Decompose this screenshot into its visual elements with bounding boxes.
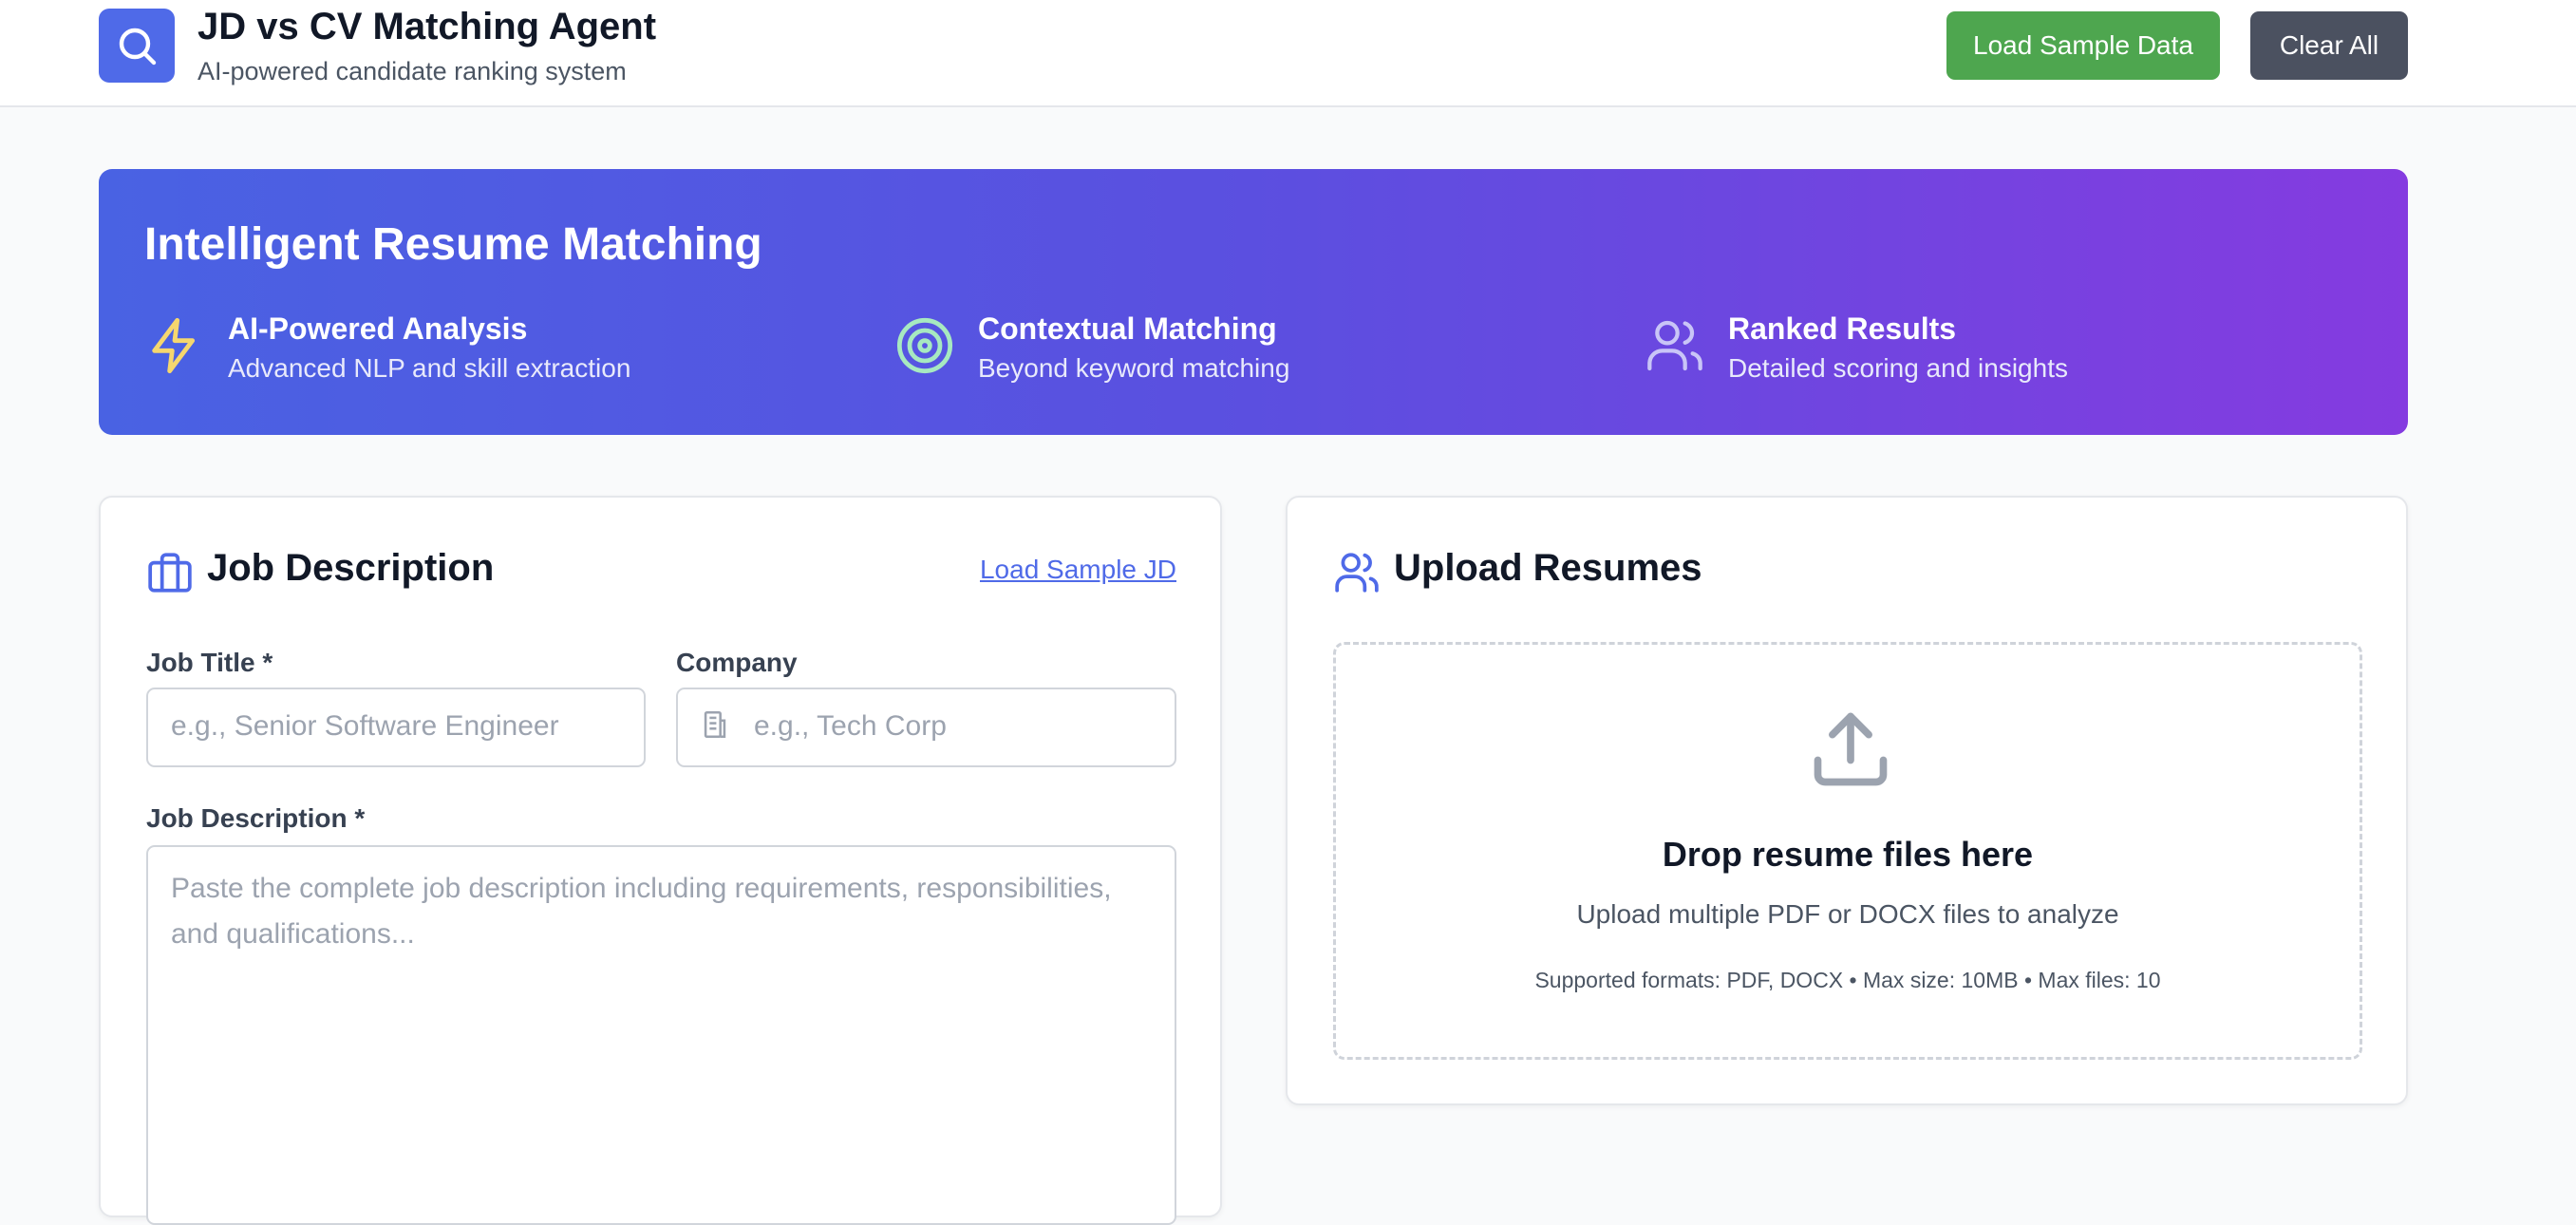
feature-desc: Detailed scoring and insights — [1728, 353, 2068, 383]
load-sample-data-button[interactable]: Load Sample Data — [1946, 11, 2220, 80]
job-description-card: Job Description Load Sample JD Job Title… — [99, 496, 1222, 1225]
target-icon — [896, 317, 953, 374]
upload-resumes-card: Upload Resumes Drop resume files here Up… — [1286, 496, 2408, 1105]
feature-name: Ranked Results — [1728, 311, 1957, 346]
load-sample-jd-link[interactable]: Load Sample JD — [980, 555, 1176, 585]
top-header: JD vs CV Matching Agent AI-powered candi… — [0, 0, 2576, 107]
feature-desc: Beyond keyword matching — [978, 353, 1290, 383]
feature-desc: Advanced NLP and skill extraction — [228, 353, 631, 383]
clear-all-button[interactable]: Clear All — [2250, 11, 2408, 80]
upload-resumes-title: Upload Resumes — [1394, 547, 1702, 589]
hero-title: Intelligent Resume Matching — [144, 219, 762, 270]
feature-name: AI-Powered Analysis — [228, 311, 528, 346]
lightning-icon — [152, 317, 196, 374]
app-logo — [99, 9, 175, 83]
dropzone-title: Drop resume files here — [1662, 835, 2034, 874]
job-title-label: Job Title * — [146, 648, 273, 677]
feature-name: Contextual Matching — [978, 311, 1277, 346]
job-description-label: Job Description * — [146, 803, 366, 833]
job-description-placeholder: Paste the complete job description inclu… — [171, 873, 1112, 950]
company-placeholder: e.g., Tech Corp — [754, 710, 947, 742]
users-icon — [1647, 320, 1702, 371]
users-icon — [1335, 553, 1379, 593]
dropzone-subtitle: Upload multiple PDF or DOCX files to ana… — [1576, 899, 2119, 929]
briefcase-icon — [148, 553, 192, 593]
job-description-title: Job Description — [207, 547, 495, 589]
job-title-input[interactable]: e.g., Senior Software Engineer — [146, 688, 646, 767]
upload-icon — [1814, 712, 1888, 786]
job-title-placeholder: e.g., Senior Software Engineer — [171, 710, 559, 742]
building-icon — [704, 710, 726, 739]
resume-dropzone[interactable]: Drop resume files here Upload multiple P… — [1333, 642, 2362, 1060]
company-label: Company — [676, 648, 798, 677]
job-description-textarea[interactable]: Paste the complete job description inclu… — [146, 845, 1176, 1225]
app-subtitle: AI-powered candidate ranking system — [197, 57, 627, 85]
company-input[interactable]: e.g., Tech Corp — [676, 688, 1176, 767]
app-title: JD vs CV Matching Agent — [197, 6, 657, 47]
hero-banner: Intelligent Resume Matching AI-Powered A… — [99, 169, 2408, 435]
dropzone-format-note: Supported formats: PDF, DOCX • Max size:… — [1534, 968, 2161, 992]
search-icon — [119, 28, 157, 66]
